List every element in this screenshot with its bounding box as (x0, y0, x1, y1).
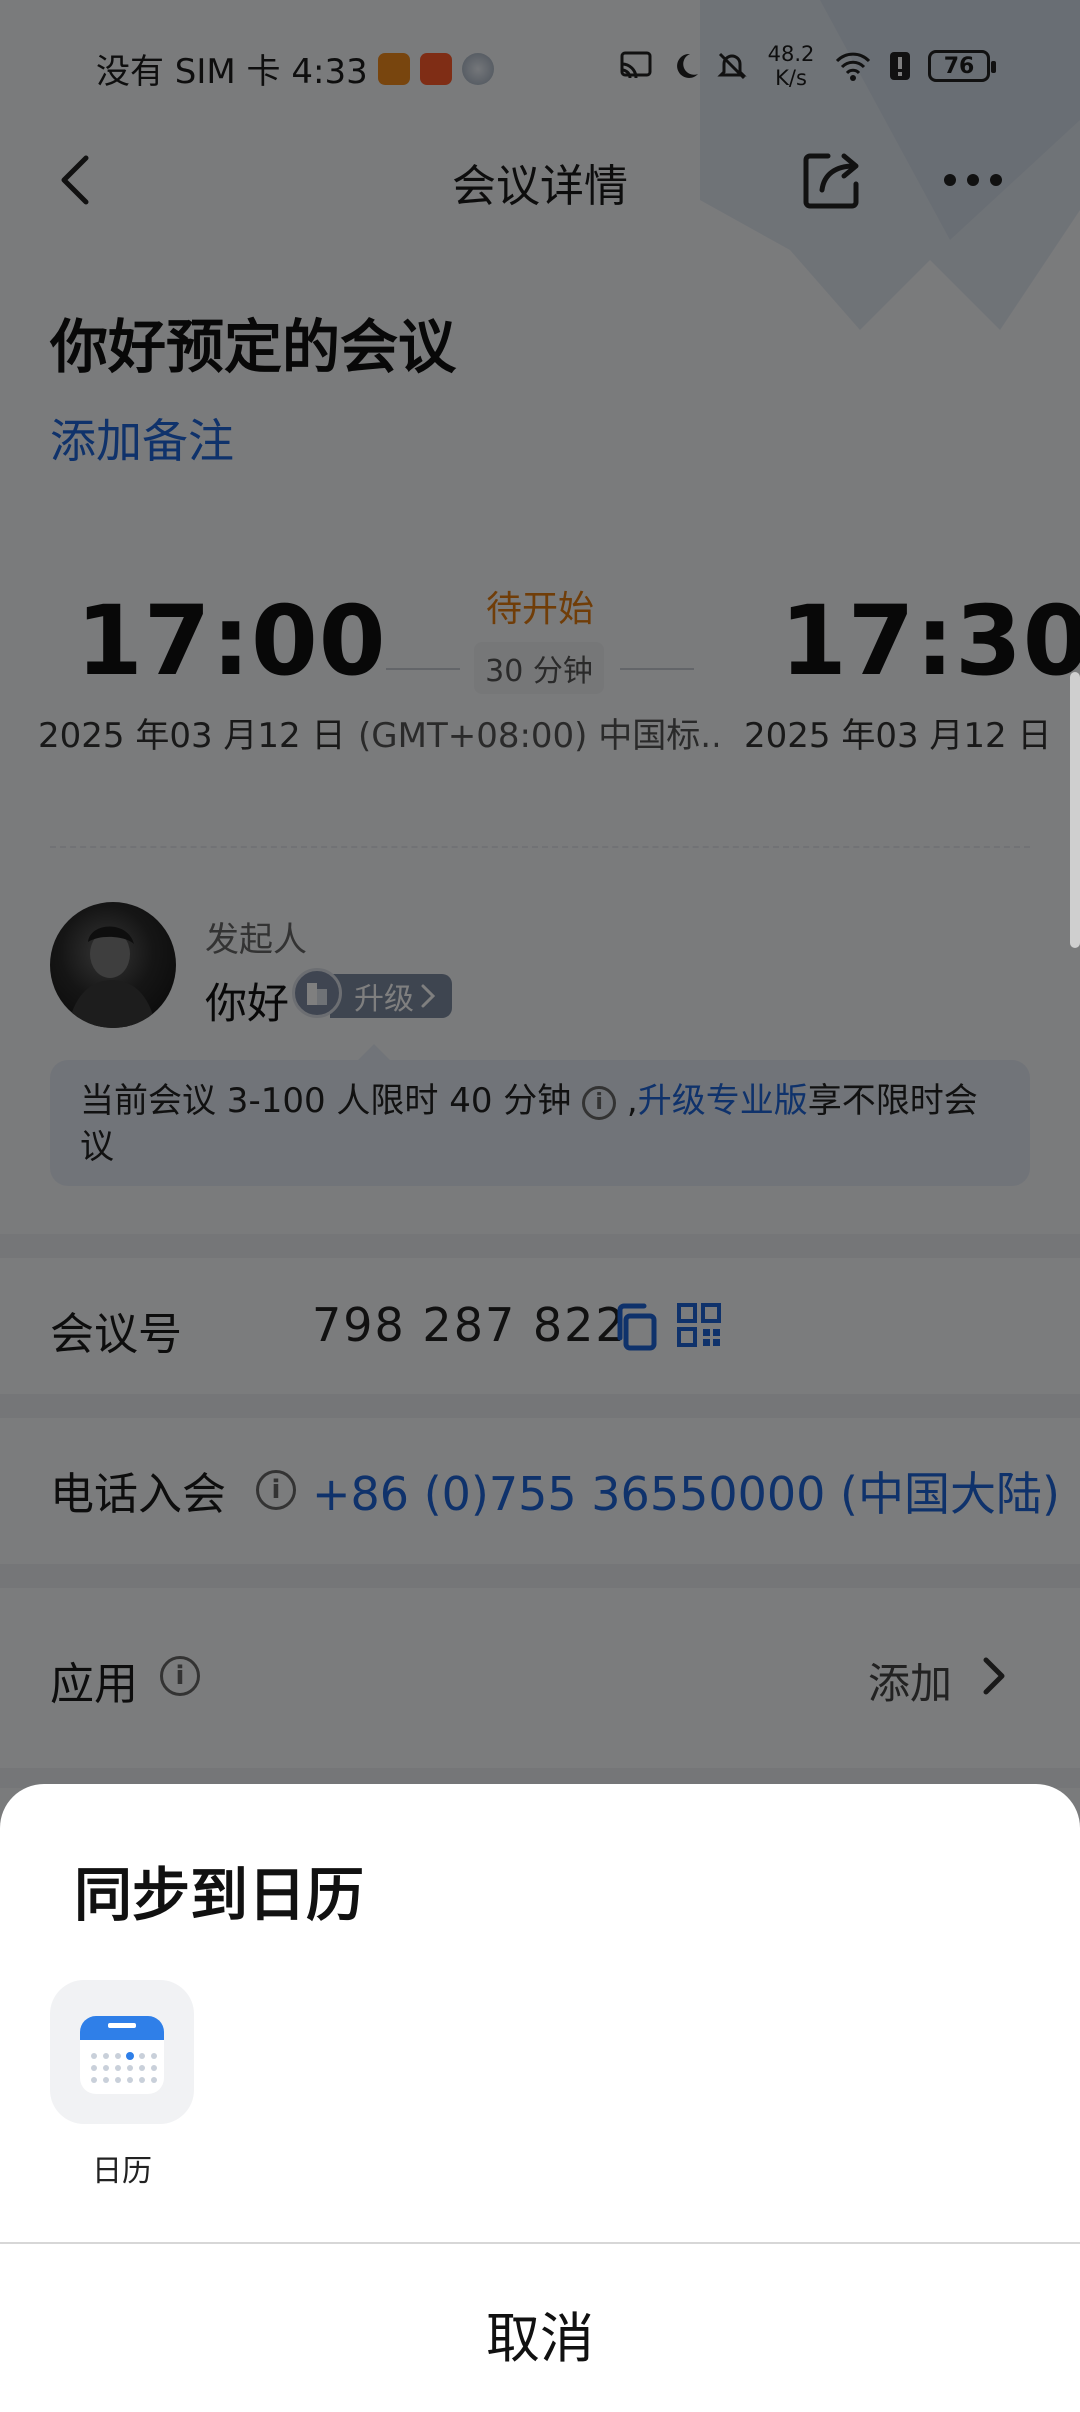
cancel-button[interactable]: 取消 (0, 2294, 1080, 2373)
scrollbar[interactable] (1070, 672, 1080, 948)
calendar-app-icon (80, 2016, 164, 2094)
sheet-divider (0, 2242, 1080, 2244)
sync-calendar-sheet: 同步到日历 日历 取消 (0, 1784, 1080, 2412)
sheet-title: 同步到日历 (74, 1861, 365, 1929)
calendar-app-label: 日历 (92, 2154, 152, 2189)
calendar-app-option[interactable] (50, 1980, 194, 2124)
